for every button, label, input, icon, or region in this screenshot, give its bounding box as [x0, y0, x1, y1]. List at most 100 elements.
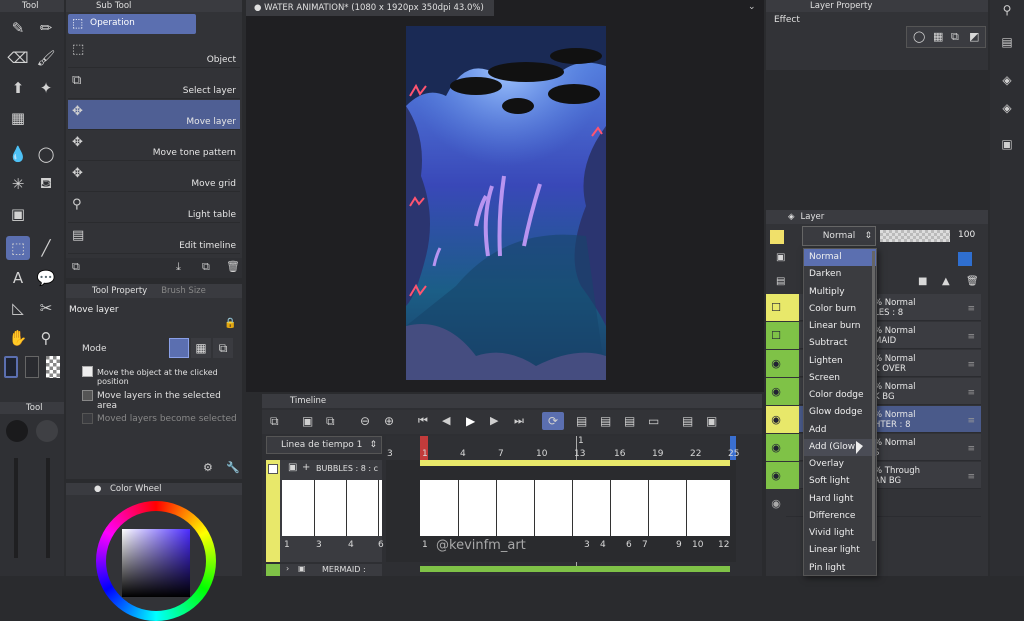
camera-icon[interactable]: ▭ [648, 414, 659, 428]
blend-screen[interactable]: Screen [804, 370, 876, 387]
ruler-tool-icon[interactable]: ◺ [6, 296, 30, 320]
sparkle-tool-icon[interactable]: ✦ [34, 76, 58, 100]
layer-menu-icon[interactable]: ≡ [967, 332, 975, 342]
layer-lock[interactable] [786, 294, 799, 321]
first-frame-icon[interactable]: ⏮ [418, 414, 428, 428]
balloon-tool-icon[interactable]: 💬 [34, 266, 58, 290]
eye-icon[interactable]: ◉ [766, 434, 786, 461]
new-timeline-icon[interactable]: ⧉ [270, 414, 279, 429]
effect-tone-icon[interactable]: ▦ [933, 30, 943, 43]
eraser-tool-icon[interactable]: ⌫ [6, 46, 30, 70]
blend-darken[interactable]: Darken [804, 266, 876, 283]
duplicate-icon[interactable]: ⧉ [202, 260, 210, 274]
eye-icon[interactable]: ◉ [766, 350, 786, 377]
blend-normal[interactable]: Normal [804, 249, 876, 267]
blend-linear-light[interactable]: Linear light [804, 542, 876, 559]
layer-lock[interactable] [786, 462, 799, 489]
keyframe-icon[interactable]: ▤ [682, 414, 693, 428]
layer-lock[interactable] [786, 350, 799, 377]
layer-panel-toggle-icon[interactable]: ◈ [997, 98, 1017, 118]
artwork-canvas[interactable] [406, 26, 606, 380]
eyedropper-tool-icon[interactable]: ⚲ [34, 326, 58, 350]
sub-color-swatch[interactable] [25, 356, 39, 378]
layer-add-icon[interactable]: ▤ [776, 276, 785, 287]
trash-icon[interactable]: 🗑 [226, 260, 240, 273]
layer-menu-icon[interactable]: ≡ [967, 416, 975, 426]
sub-tool-settings-icon[interactable]: ⧉ [72, 260, 80, 274]
prev-frame-icon[interactable]: ◀ [442, 414, 450, 427]
blend-vivid-light[interactable]: Vivid light [804, 525, 876, 542]
canvas-tab[interactable]: ● WATER ANIMATION* (1080 x 1920px 350dpi… [246, 0, 494, 16]
layer-property-icon[interactable]: ◈ [997, 70, 1017, 90]
layer-menu-icon[interactable]: ≡ [967, 360, 975, 370]
pen-edit-icon[interactable] [786, 406, 799, 433]
onion-skin-icon[interactable]: ▤ [600, 414, 611, 428]
blend-pin-light[interactable]: Pin light [804, 560, 876, 577]
track-checkbox[interactable] [268, 464, 278, 474]
layer-mask-icon[interactable]: ■ [918, 276, 927, 287]
fill-tool-icon[interactable]: ⛾ [34, 172, 58, 196]
track-bubbles-cels[interactable]: 1 3 4 6 7 9 10 12 @kevinfm_art [386, 460, 736, 562]
sub-tool-move-grid[interactable]: ✥ Move grid [68, 162, 240, 192]
option-checkbox-2[interactable] [82, 390, 93, 401]
operation-tool-icon[interactable]: ⬚ [6, 236, 30, 260]
layer-up-icon[interactable]: ▲ [942, 276, 950, 287]
blend-multiply[interactable]: Multiply [804, 284, 876, 301]
new-animation-folder-icon[interactable]: ▣ [302, 414, 313, 428]
grid-tool-icon[interactable]: ▦ [6, 106, 30, 130]
blend-linear-burn[interactable]: Linear burn [804, 318, 876, 335]
brush-tool-icon[interactable]: 🖌 [34, 46, 58, 70]
size-slider-1[interactable] [14, 458, 18, 558]
layer-lock[interactable] [786, 434, 799, 461]
layer-menu-icon[interactable]: ≡ [967, 444, 975, 454]
size-slider-2[interactable] [46, 458, 50, 558]
hand-tool-icon[interactable]: ✋ [6, 326, 30, 350]
eye-icon[interactable]: ◉ [766, 462, 786, 489]
blend-tool-icon[interactable]: 💧 [6, 142, 30, 166]
blend-color-dodge[interactable]: Color dodge [804, 387, 876, 404]
sub-tool-select-layer[interactable]: ⧉ Select layer [68, 69, 240, 99]
layer-color-chip[interactable] [770, 230, 784, 244]
blend-color-burn[interactable]: Color burn [804, 301, 876, 318]
mode-button-copy[interactable]: ⧉ [213, 338, 233, 358]
play-icon[interactable]: ▶ [466, 414, 475, 428]
text-tool-icon[interactable]: A [6, 266, 30, 290]
eye-icon[interactable]: ◉ [766, 490, 786, 517]
keyframe-edit-icon[interactable]: ▣ [706, 414, 717, 428]
brush-size-tab[interactable]: Brush Size [161, 286, 206, 296]
history-panel-icon[interactable]: ▣ [997, 134, 1017, 154]
search-panel-icon[interactable]: ⚲ [997, 0, 1017, 20]
mode-button-pattern[interactable]: ▦ [191, 338, 211, 358]
blend-difference[interactable]: Difference [804, 508, 876, 525]
eye-icon[interactable]: ◉ [766, 406, 786, 433]
mode-button-layer[interactable] [169, 338, 189, 358]
sub-tool-move-layer[interactable]: ✥ Move layer [68, 100, 240, 130]
light-table-timeline-icon[interactable]: ▤ [624, 414, 635, 428]
blend-mode-select[interactable]: Normal ⇕ [802, 226, 876, 246]
tool-property-tab[interactable]: Tool Property [92, 286, 147, 296]
color-saturation-square[interactable] [122, 529, 190, 597]
layer-visibility[interactable]: ☐ [766, 322, 786, 349]
blend-add-glow[interactable]: Add (Glow) [804, 438, 876, 456]
next-frame-icon[interactable]: ▶ [490, 414, 498, 427]
assign-cel-icon[interactable]: ▤ [576, 414, 587, 428]
lock-icon[interactable]: 🔒 [224, 318, 236, 329]
tool-settings-icon[interactable]: ⚙ [203, 461, 213, 474]
opacity-value[interactable]: 100 [958, 230, 975, 240]
frame-tool-icon[interactable]: ✂ [34, 296, 58, 320]
wrench-icon[interactable]: 🔧 [226, 461, 240, 474]
layer-menu-icon[interactable]: ≡ [967, 388, 975, 398]
layer-delete-icon[interactable]: 🗑 [966, 276, 979, 287]
effect-border-icon[interactable]: ◯ [913, 30, 925, 43]
blend-glow-dodge[interactable]: Glow dodge [804, 404, 876, 421]
option-checkbox-3[interactable] [82, 413, 93, 424]
brush-size-dot[interactable] [6, 420, 28, 442]
zoom-out-icon[interactable]: ⊖ [360, 414, 370, 428]
track-bubbles-header[interactable]: ▣ + BUBBLES : 8 : c 1 3 4 6 [266, 460, 384, 562]
opacity-slider[interactable] [880, 230, 950, 242]
effect-extract-icon[interactable]: ⧉ [951, 30, 959, 44]
sub-tool-edit-timeline[interactable]: ▤ Edit timeline [68, 224, 240, 254]
gradient-tool-icon[interactable]: ▣ [6, 202, 30, 226]
layer-menu-icon[interactable]: ≡ [967, 472, 975, 482]
pen-tool-icon[interactable]: ✎ [6, 16, 30, 40]
